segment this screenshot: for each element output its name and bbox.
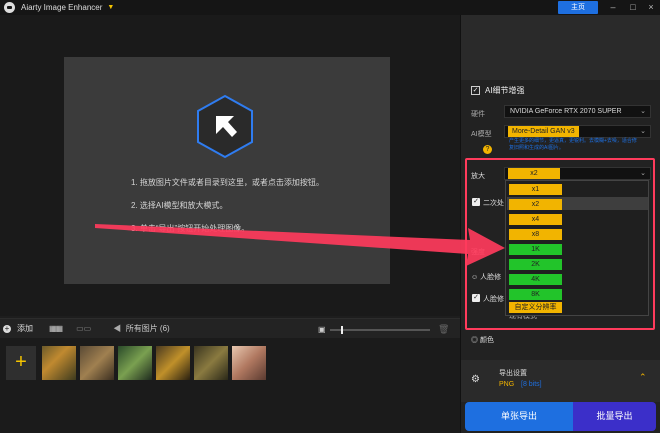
thumbnail-strip: + (0, 338, 460, 433)
canvas-area: 1. 拖放图片文件或者目录到这里，或者点击添加按钮。 2. 选择AI模型和放大模… (0, 15, 460, 316)
close-icon[interactable]: × (644, 1, 658, 14)
enhance-icon: ✓ (471, 86, 480, 95)
app-logo-icon (4, 2, 15, 13)
step-3: 3. 单击“导出”按钮开始处理图像。 (131, 224, 250, 233)
add-image-button[interactable]: + (6, 346, 36, 380)
title-bar: Aiarty Image Enhancer ▼ 主页 – □ × (0, 0, 660, 15)
all-pictures-text: 所有图片 (6) (125, 324, 170, 333)
dropdown-option[interactable]: x8 (509, 229, 562, 240)
add-button[interactable]: + 添加 (3, 323, 33, 334)
image-icon: ▣ (318, 325, 326, 334)
dropdown-option[interactable]: x2 (509, 199, 562, 210)
model-select[interactable]: More-Detail GAN v3 ⌄ (504, 125, 651, 138)
ai-enhance-header[interactable]: ✓ AI细节增强 (471, 85, 525, 96)
list-view-icon[interactable]: ▭▭ (76, 324, 91, 333)
section-title: AI细节增强 (485, 86, 525, 95)
hexagon-arrow-icon (197, 94, 253, 159)
thumbnail-5[interactable] (194, 346, 228, 380)
color-icon: ◎ (471, 337, 480, 344)
plus-icon: + (3, 323, 11, 333)
maximize-icon[interactable]: □ (626, 1, 640, 14)
export-settings-icon: ⚙ (471, 374, 480, 385)
batch-export-button[interactable]: 批量导出 (573, 402, 656, 431)
preview-area (461, 15, 660, 80)
dropdown-option[interactable]: 1K (509, 244, 562, 255)
model-note: 产生更多的细节，更逼真，更锐利。去模糊+去噪，适合修复旧照和生成的AI图片。 (509, 138, 637, 151)
bottom-toolbar: + 添加 ▦▦ ▭▭ ◀ 所有图片 (6) ▣ 🗑 (0, 318, 460, 338)
thumbnail-3[interactable] (118, 346, 152, 380)
export-bits: [8 bits] (521, 381, 542, 388)
dropdown-option[interactable]: x4 (509, 214, 562, 225)
chevron-down-icon: ⌄ (640, 128, 646, 135)
chevron-down-icon: ⌄ (640, 108, 646, 115)
dropdown-option[interactable]: 2K (509, 259, 562, 270)
dropdown-option[interactable]: 自定义分辨率 (509, 302, 562, 313)
chevron-down-icon[interactable]: ▼ (107, 4, 114, 11)
zoom-slider[interactable]: ▣ (318, 325, 430, 334)
hardware-value: NVIDIA GeForce RTX 2070 SUPER (510, 108, 622, 115)
app-title: Aiarty Image Enhancer (21, 3, 103, 12)
drop-zone[interactable]: 1. 拖放图片文件或者目录到这里，或者点击添加按钮。 2. 选择AI模型和放大模… (64, 57, 390, 284)
triangle-left-icon: ◀ (113, 324, 122, 333)
export-format: PNG (499, 381, 515, 388)
dropdown-option[interactable]: 4K (509, 274, 562, 285)
model-value: More-Detail GAN v3 (508, 126, 579, 137)
dropdown-option[interactable]: 8K (509, 289, 562, 300)
help-icon[interactable]: ? (483, 145, 492, 154)
hardware-select[interactable]: NVIDIA GeForce RTX 2070 SUPER ⌄ (504, 105, 651, 118)
scale-dropdown[interactable]: x1 x2 x4 x8 1K 2K 4K 8K 自定义分辨率 (505, 180, 649, 316)
add-label: 添加 (17, 324, 33, 333)
slider-knob[interactable] (340, 325, 343, 334)
thumbnail-4[interactable] (156, 346, 190, 380)
dropdown-option[interactable]: x1 (509, 184, 562, 195)
step-1: 1. 拖放图片文件或者目录到这里，或者点击添加按钮。 (131, 178, 324, 187)
thumbnail-6[interactable] (232, 346, 266, 380)
hardware-label: 硬件 (471, 111, 485, 118)
color-header[interactable]: ◎ 颜色 (471, 335, 494, 345)
grid-view-icon[interactable]: ▦▦ (49, 324, 63, 333)
thumbnail-1[interactable] (42, 346, 76, 380)
color-label: 颜色 (479, 337, 494, 344)
step-2: 2. 选择AI模型和放大模式。 (131, 201, 228, 210)
model-label: AI模型 (471, 131, 492, 138)
single-export-button[interactable]: 单张导出 (465, 402, 573, 431)
chevron-up-icon[interactable]: ⌃ (639, 372, 647, 383)
trash-icon[interactable]: 🗑 (438, 324, 449, 335)
export-settings[interactable]: ⚙ 导出设置 PNG [8 bits] ⌃ (461, 360, 660, 402)
minimize-icon[interactable]: – (606, 1, 620, 14)
export-settings-label: 导出设置 (499, 370, 527, 377)
thumbnail-2[interactable] (80, 346, 114, 380)
all-pictures-label[interactable]: ◀ 所有图片 (6) (113, 323, 169, 334)
home-button[interactable]: 主页 (558, 1, 598, 14)
